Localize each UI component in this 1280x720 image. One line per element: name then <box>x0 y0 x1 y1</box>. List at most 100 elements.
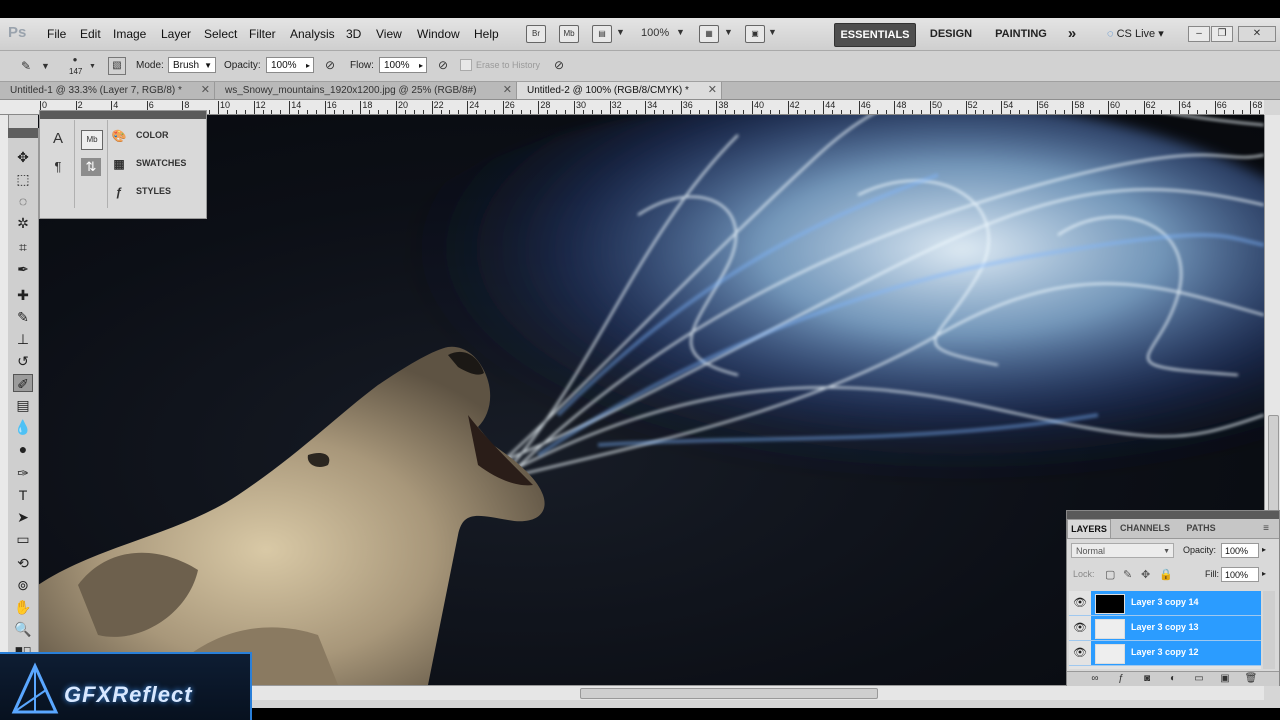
arrange-documents-icon[interactable]: ▦ <box>699 25 719 43</box>
brush-size[interactable]: 147 <box>69 67 82 76</box>
pressure-opacity-icon[interactable]: ⊘ <box>322 57 338 73</box>
layer-name[interactable]: Layer 3 copy 14 <box>1131 597 1199 607</box>
healing-brush-tool-icon[interactable]: ✚ <box>13 286 33 304</box>
link-layers-icon[interactable]: ∞ <box>1087 673 1103 685</box>
3d-orbit-tool-icon[interactable]: ⊚ <box>13 576 33 594</box>
path-selection-tool-icon[interactable]: ➤ <box>13 508 33 526</box>
mini-bridge-panel-icon[interactable]: Mb <box>81 130 103 150</box>
lock-transparent-icon[interactable]: ▢ <box>1105 568 1115 581</box>
menu-select[interactable]: Select <box>204 27 237 41</box>
shape-tool-icon[interactable]: ▭ <box>13 530 33 548</box>
pen-tool-icon[interactable]: ✑ <box>13 464 33 482</box>
crop-tool-icon[interactable]: ⌗ <box>13 238 33 256</box>
paragraph-panel-icon[interactable]: ¶ <box>48 158 68 176</box>
layer-row[interactable]: 👁 Layer 3 copy 14 <box>1069 591 1261 616</box>
layer-name[interactable]: Layer 3 copy 12 <box>1131 647 1199 657</box>
tab-untitled-1[interactable]: Untitled-1 @ 33.3% (Layer 7, RGB/8) * ✕ <box>0 82 215 99</box>
menu-filter[interactable]: Filter <box>249 27 276 41</box>
styles-panel-button[interactable]: ƒ STYLES <box>110 181 171 201</box>
layers-scrollbar[interactable] <box>1263 591 1275 669</box>
3d-rotate-tool-icon[interactable]: ⟲ <box>13 554 33 572</box>
quick-select-tool-icon[interactable]: ✲ <box>13 214 33 232</box>
opacity-field[interactable]: 100% ▸ <box>266 57 314 73</box>
adjustment-layer-icon[interactable]: ◐ <box>1165 673 1181 685</box>
blur-tool-icon[interactable]: 💧 <box>13 418 33 436</box>
menu-view[interactable]: View <box>376 27 402 41</box>
restore-button[interactable]: ❐ <box>1211 26 1233 42</box>
airbrush-icon[interactable]: ⊘ <box>435 57 451 73</box>
eye-icon[interactable]: 👁 <box>1072 647 1088 659</box>
panel-menu-icon[interactable]: ≡ <box>1257 519 1275 538</box>
menu-help[interactable]: Help <box>474 27 499 41</box>
brush-tool-icon[interactable]: ✎ <box>18 58 34 74</box>
chevron-right-icon[interactable]: ▸ <box>1262 545 1266 554</box>
layer-mask-icon[interactable]: ◙ <box>1139 673 1155 685</box>
blend-mode-select[interactable]: Normal ▼ <box>1071 543 1174 558</box>
layer-row[interactable]: 👁 Layer 3 copy 13 <box>1069 616 1261 641</box>
color-panel-button[interactable]: 🎨 COLOR <box>110 125 169 145</box>
workspace-painting[interactable]: PAINTING <box>988 23 1054 45</box>
dodge-tool-icon[interactable]: ● <box>13 440 33 458</box>
erase-to-history-checkbox[interactable] <box>460 59 472 71</box>
new-group-icon[interactable]: ▭ <box>1191 673 1207 685</box>
lock-all-icon[interactable]: 🔒 <box>1159 568 1173 581</box>
panel-header[interactable] <box>40 111 206 119</box>
more-workspaces-icon[interactable]: » <box>1060 23 1084 45</box>
view-extras-icon[interactable]: ▤ <box>592 25 612 43</box>
minimize-button[interactable]: – <box>1188 26 1210 42</box>
eye-icon[interactable]: 👁 <box>1072 597 1088 609</box>
screen-mode-icon[interactable]: ▣ <box>745 25 765 43</box>
layer-name[interactable]: Layer 3 copy 13 <box>1131 622 1199 632</box>
eye-icon[interactable]: 👁 <box>1072 622 1088 634</box>
brush-panel-icon[interactable]: ▧ <box>108 57 126 75</box>
zoom-level[interactable]: 100% <box>641 27 669 39</box>
horizontal-scroll-thumb[interactable] <box>580 688 878 699</box>
type-tool-icon[interactable]: T <box>13 486 33 504</box>
lock-position-icon[interactable]: ✥ <box>1141 568 1150 581</box>
chevron-right-icon[interactable]: ▸ <box>1262 569 1266 578</box>
character-panel-icon[interactable]: A <box>48 130 68 148</box>
smudge-brush-tool-icon[interactable]: ✐ <box>13 374 33 392</box>
chevron-down-icon[interactable]: ▼ <box>89 63 96 70</box>
layer-style-icon[interactable]: ƒ <box>1113 673 1129 685</box>
close-icon[interactable]: ✕ <box>503 82 512 99</box>
menu-edit[interactable]: Edit <box>80 27 101 41</box>
tab-channels[interactable]: CHANNELS <box>1115 519 1175 538</box>
gradient-tool-icon[interactable]: ▤ <box>13 396 33 414</box>
layer-opacity-field[interactable]: 100% <box>1221 543 1259 558</box>
lock-pixels-icon[interactable]: ✎ <box>1123 568 1132 581</box>
close-icon[interactable]: ✕ <box>708 82 717 99</box>
pressure-size-icon[interactable]: ⊘ <box>551 57 567 73</box>
menu-analysis[interactable]: Analysis <box>290 27 335 41</box>
chevron-down-icon[interactable]: ▼ <box>768 27 777 37</box>
chevron-down-icon[interactable]: ▼ <box>676 27 685 37</box>
layers-panel-header[interactable] <box>1067 511 1279 519</box>
close-button[interactable]: ✕ <box>1238 26 1276 42</box>
brush-tool-icon[interactable]: ✎ <box>13 308 33 326</box>
tab-paths[interactable]: PATHS <box>1179 519 1223 538</box>
chevron-down-icon[interactable]: ▼ <box>41 61 50 71</box>
close-icon[interactable]: ✕ <box>201 82 210 99</box>
delete-layer-icon[interactable]: 🗑 <box>1243 673 1259 685</box>
new-layer-icon[interactable]: ▣ <box>1217 673 1233 685</box>
menu-file[interactable]: File <box>47 27 66 41</box>
mini-bridge-icon[interactable]: Mb <box>559 25 579 43</box>
workspace-design[interactable]: DESIGN <box>922 23 980 45</box>
mode-select[interactable]: Brush ▼ <box>168 57 216 73</box>
lasso-tool-icon[interactable]: ◌ <box>13 192 33 210</box>
layer-row[interactable]: 👁 Layer 3 copy 12 <box>1069 641 1261 666</box>
menu-window[interactable]: Window <box>417 27 460 41</box>
workspace-essentials[interactable]: ESSENTIALS <box>834 23 916 47</box>
clone-stamp-tool-icon[interactable]: ⊥ <box>13 330 33 348</box>
tab-snowy-mountains[interactable]: ws_Snowy_mountains_1920x1200.jpg @ 25% (… <box>215 82 517 99</box>
menu-image[interactable]: Image <box>113 27 146 41</box>
tools-panel-header[interactable] <box>8 128 38 138</box>
zoom-tool-icon[interactable]: 🔍 <box>13 620 33 638</box>
flow-field[interactable]: 100% ▸ <box>379 57 427 73</box>
chevron-down-icon[interactable]: ▼ <box>724 27 733 37</box>
bridge-icon[interactable]: Br <box>526 25 546 43</box>
tab-untitled-2[interactable]: Untitled-2 @ 100% (RGB/8/CMYK) * ✕ <box>517 82 722 99</box>
tab-layers[interactable]: LAYERS <box>1067 519 1111 538</box>
cs-live-button[interactable]: ◌ CS Live ▾ <box>1107 27 1164 40</box>
fill-field[interactable]: 100% <box>1221 567 1259 582</box>
